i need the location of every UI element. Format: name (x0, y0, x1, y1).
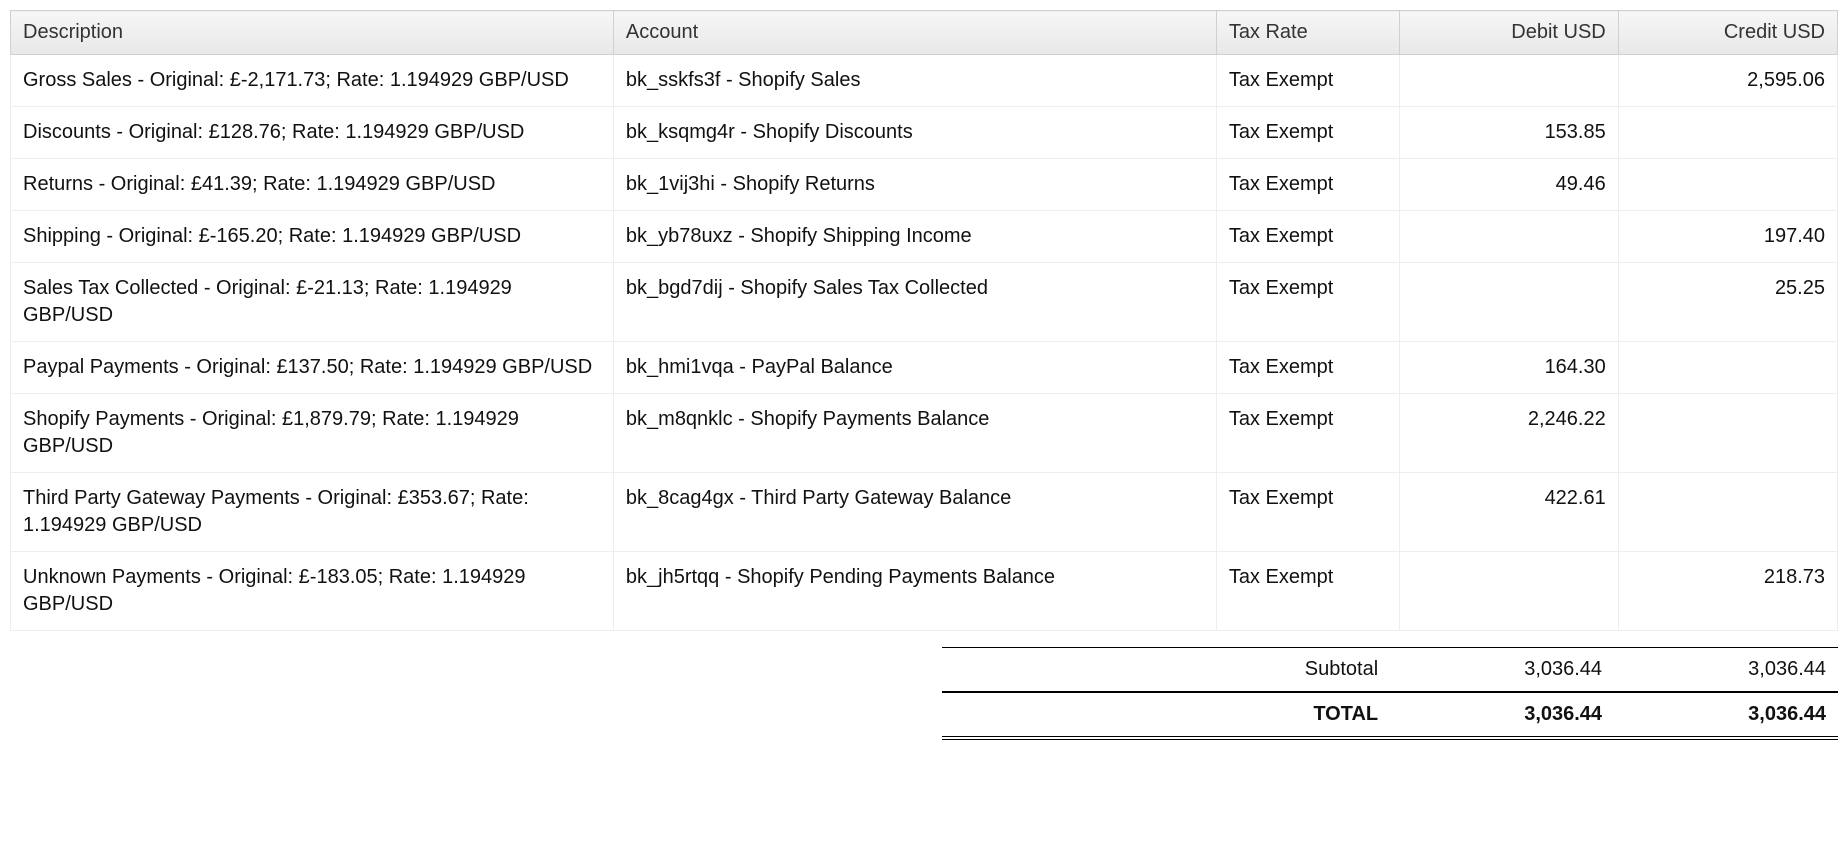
cell-description: Discounts - Original: £128.76; Rate: 1.1… (11, 107, 614, 159)
total-debit: 3,036.44 (1390, 692, 1614, 738)
cell-debit: 2,246.22 (1399, 394, 1618, 473)
cell-tax-rate: Tax Exempt (1216, 473, 1399, 552)
cell-description: Shipping - Original: £-165.20; Rate: 1.1… (11, 211, 614, 263)
header-account[interactable]: Account (613, 11, 1216, 55)
cell-credit (1618, 159, 1837, 211)
total-label: TOTAL (942, 692, 1390, 738)
cell-debit: 153.85 (1399, 107, 1618, 159)
cell-debit (1399, 211, 1618, 263)
total-row: TOTAL 3,036.44 3,036.44 (942, 692, 1838, 738)
totals-table: Subtotal 3,036.44 3,036.44 TOTAL 3,036.4… (942, 647, 1838, 740)
cell-tax-rate: Tax Exempt (1216, 55, 1399, 107)
subtotal-debit: 3,036.44 (1390, 648, 1614, 693)
cell-account: bk_1vij3hi - Shopify Returns (613, 159, 1216, 211)
header-credit[interactable]: Credit USD (1618, 11, 1837, 55)
totals-section: Subtotal 3,036.44 3,036.44 TOTAL 3,036.4… (10, 647, 1838, 740)
cell-tax-rate: Tax Exempt (1216, 159, 1399, 211)
cell-tax-rate: Tax Exempt (1216, 211, 1399, 263)
table-row: Returns - Original: £41.39; Rate: 1.1949… (11, 159, 1838, 211)
cell-tax-rate: Tax Exempt (1216, 394, 1399, 473)
subtotal-credit: 3,036.44 (1614, 648, 1838, 693)
table-row: Unknown Payments - Original: £-183.05; R… (11, 552, 1838, 631)
table-row: Sales Tax Collected - Original: £-21.13;… (11, 263, 1838, 342)
cell-debit: 49.46 (1399, 159, 1618, 211)
cell-account: bk_m8qnklc - Shopify Payments Balance (613, 394, 1216, 473)
journal-table: Description Account Tax Rate Debit USD C… (10, 10, 1838, 631)
cell-debit (1399, 263, 1618, 342)
cell-debit (1399, 552, 1618, 631)
cell-account: bk_ksqmg4r - Shopify Discounts (613, 107, 1216, 159)
cell-credit (1618, 394, 1837, 473)
cell-account: bk_hmi1vqa - PayPal Balance (613, 342, 1216, 394)
table-row: Gross Sales - Original: £-2,171.73; Rate… (11, 55, 1838, 107)
table-row: Paypal Payments - Original: £137.50; Rat… (11, 342, 1838, 394)
header-row: Description Account Tax Rate Debit USD C… (11, 11, 1838, 55)
cell-description: Returns - Original: £41.39; Rate: 1.1949… (11, 159, 614, 211)
table-row: Shipping - Original: £-165.20; Rate: 1.1… (11, 211, 1838, 263)
header-debit[interactable]: Debit USD (1399, 11, 1618, 55)
header-description[interactable]: Description (11, 11, 614, 55)
cell-credit (1618, 473, 1837, 552)
total-credit: 3,036.44 (1614, 692, 1838, 738)
cell-account: bk_sskfs3f - Shopify Sales (613, 55, 1216, 107)
cell-account: bk_yb78uxz - Shopify Shipping Income (613, 211, 1216, 263)
table-row: Third Party Gateway Payments - Original:… (11, 473, 1838, 552)
cell-debit: 164.30 (1399, 342, 1618, 394)
cell-description: Sales Tax Collected - Original: £-21.13;… (11, 263, 614, 342)
table-row: Discounts - Original: £128.76; Rate: 1.1… (11, 107, 1838, 159)
cell-debit: 422.61 (1399, 473, 1618, 552)
cell-debit (1399, 55, 1618, 107)
cell-credit: 2,595.06 (1618, 55, 1837, 107)
cell-credit (1618, 342, 1837, 394)
cell-tax-rate: Tax Exempt (1216, 107, 1399, 159)
table-row: Shopify Payments - Original: £1,879.79; … (11, 394, 1838, 473)
cell-account: bk_bgd7dij - Shopify Sales Tax Collected (613, 263, 1216, 342)
cell-tax-rate: Tax Exempt (1216, 263, 1399, 342)
cell-credit (1618, 107, 1837, 159)
cell-tax-rate: Tax Exempt (1216, 342, 1399, 394)
cell-description: Third Party Gateway Payments - Original:… (11, 473, 614, 552)
cell-account: bk_jh5rtqq - Shopify Pending Payments Ba… (613, 552, 1216, 631)
cell-tax-rate: Tax Exempt (1216, 552, 1399, 631)
cell-description: Gross Sales - Original: £-2,171.73; Rate… (11, 55, 614, 107)
subtotal-label: Subtotal (942, 648, 1390, 693)
cell-credit: 218.73 (1618, 552, 1837, 631)
cell-description: Shopify Payments - Original: £1,879.79; … (11, 394, 614, 473)
cell-account: bk_8cag4gx - Third Party Gateway Balance (613, 473, 1216, 552)
cell-credit: 197.40 (1618, 211, 1837, 263)
cell-description: Unknown Payments - Original: £-183.05; R… (11, 552, 614, 631)
header-tax-rate[interactable]: Tax Rate (1216, 11, 1399, 55)
subtotal-row: Subtotal 3,036.44 3,036.44 (942, 648, 1838, 693)
cell-credit: 25.25 (1618, 263, 1837, 342)
cell-description: Paypal Payments - Original: £137.50; Rat… (11, 342, 614, 394)
